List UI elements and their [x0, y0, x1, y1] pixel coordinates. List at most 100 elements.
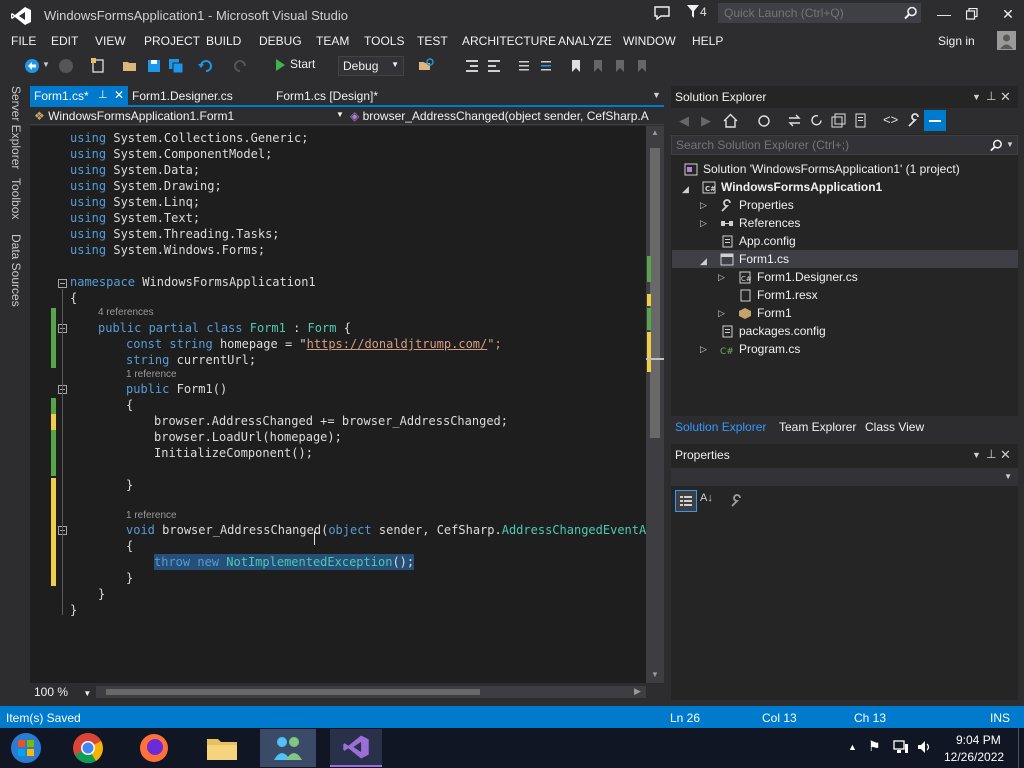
forward-icon[interactable]: ▶: [701, 113, 711, 129]
indent-decrease-icon[interactable]: [464, 58, 480, 74]
tab-form1-design[interactable]: Form1.cs [Design]*: [272, 86, 382, 106]
tree-item-app-config[interactable]: App.config: [720, 232, 796, 250]
home-icon[interactable]: [723, 113, 738, 128]
menu-project[interactable]: PROJECT: [144, 34, 200, 48]
back-icon[interactable]: ◀: [679, 113, 689, 129]
collapsed-arrow-icon[interactable]: ▷: [718, 308, 725, 319]
new-project-icon[interactable]: [90, 58, 106, 74]
undo-icon[interactable]: [198, 58, 214, 74]
save-icon[interactable]: [146, 58, 162, 74]
menu-window[interactable]: WINDOW: [623, 34, 676, 48]
previous-bookmark-icon[interactable]: [590, 58, 606, 74]
menu-edit[interactable]: EDIT: [51, 34, 78, 48]
code-lens-references[interactable]: 1 reference: [126, 510, 177, 521]
refresh-icon[interactable]: [809, 113, 824, 128]
taskbar-active-app-highlight[interactable]: [260, 729, 316, 767]
scroll-thumb[interactable]: [106, 689, 480, 695]
menu-architecture[interactable]: ARCHITECTURE: [462, 34, 556, 48]
class-dropdown[interactable]: ❖ WindowsFormsApplication1.Form1 ▼: [34, 109, 344, 123]
action-center-flag-icon[interactable]: ⚑: [868, 738, 881, 755]
tab-team-explorer[interactable]: Team Explorer: [779, 420, 856, 434]
minimize-button[interactable]: —: [932, 4, 956, 24]
menu-file[interactable]: FILE: [11, 34, 36, 48]
scroll-up-icon[interactable]: ▲: [651, 128, 659, 137]
restore-button[interactable]: [966, 8, 978, 20]
comment-lines-icon[interactable]: [516, 58, 532, 74]
tree-item-form1-designer-cs[interactable]: C# Form1.Designer.cs: [738, 268, 858, 286]
save-all-icon[interactable]: [168, 58, 184, 74]
user-avatar-icon[interactable]: [997, 31, 1016, 50]
expanded-arrow-icon[interactable]: ◢: [700, 256, 707, 267]
feedback-icon[interactable]: [654, 5, 670, 21]
properties-wrench-icon[interactable]: [907, 113, 922, 128]
quick-launch-box[interactable]: [718, 3, 921, 23]
start-debugging-button[interactable]: Start: [276, 57, 315, 75]
menu-team[interactable]: TEAM: [316, 34, 349, 48]
close-tab-icon[interactable]: ✕: [114, 88, 124, 102]
solution-search-box[interactable]: ▼: [671, 135, 1018, 155]
tab-class-view[interactable]: Class View: [865, 420, 924, 434]
collapsed-arrow-icon[interactable]: ▷: [700, 344, 707, 355]
alphabetical-sort-icon[interactable]: A↓: [700, 492, 713, 504]
sign-in-link[interactable]: Sign in: [938, 34, 975, 48]
scroll-right-icon[interactable]: ▶: [634, 686, 641, 697]
close-panel-icon[interactable]: ✕: [1000, 447, 1011, 463]
collapsed-arrow-icon[interactable]: ▷: [718, 272, 725, 283]
bookmark-icon[interactable]: [568, 58, 584, 74]
show-hidden-icons-chevron[interactable]: ▲: [848, 742, 857, 752]
indent-increase-icon[interactable]: [486, 58, 502, 74]
member-dropdown[interactable]: ◈ browser_AddressChanged(object sender, …: [350, 109, 662, 123]
tree-item-references[interactable]: References: [720, 214, 800, 232]
redo-icon[interactable]: [232, 58, 248, 74]
menu-view[interactable]: VIEW: [95, 34, 126, 48]
find-in-files-icon[interactable]: [418, 58, 434, 74]
collapse-all-icon[interactable]: [831, 113, 846, 128]
quick-launch-input[interactable]: [719, 4, 894, 22]
editor-vertical-scrollbar[interactable]: ▲ ▼: [646, 126, 664, 683]
pin-icon[interactable]: ⊥: [986, 89, 996, 103]
clear-bookmarks-icon[interactable]: [634, 58, 650, 74]
panel-menu-dropdown-icon[interactable]: ▼: [972, 450, 981, 460]
notifications-flag-icon[interactable]: [687, 5, 699, 19]
back-dropdown-icon[interactable]: ▼: [42, 60, 50, 69]
menu-build[interactable]: BUILD: [206, 34, 241, 48]
menu-test[interactable]: TEST: [417, 34, 448, 48]
search-icon[interactable]: [990, 139, 1003, 152]
open-file-icon[interactable]: [122, 58, 138, 74]
toolbox-tab[interactable]: Toolbox: [9, 178, 23, 219]
volume-icon[interactable]: [917, 740, 933, 754]
tree-item-properties[interactable]: Properties: [720, 196, 794, 214]
search-icon[interactable]: [904, 6, 918, 20]
tree-item-project[interactable]: C# WindowsFormsApplication1: [702, 178, 882, 196]
view-code-icon[interactable]: <>: [883, 112, 898, 127]
scroll-down-icon[interactable]: ▼: [651, 670, 659, 679]
show-all-files-icon[interactable]: [853, 113, 868, 128]
data-sources-tab[interactable]: Data Sources: [9, 234, 23, 307]
tab-solution-explorer[interactable]: Solution Explorer: [675, 420, 766, 434]
close-panel-icon[interactable]: ✕: [1000, 89, 1011, 105]
menu-tools[interactable]: TOOLS: [364, 34, 404, 48]
navigate-back-icon[interactable]: [24, 58, 40, 74]
code-editor[interactable]: using System.Collections.Generic; using …: [30, 126, 646, 683]
chrome-browser-icon[interactable]: [70, 731, 106, 765]
expanded-arrow-icon[interactable]: ◢: [682, 184, 689, 195]
uncomment-lines-icon[interactable]: [538, 58, 554, 74]
tree-item-form1-class[interactable]: Form1: [738, 304, 792, 322]
panel-menu-dropdown-icon[interactable]: ▼: [972, 92, 981, 102]
network-icon[interactable]: [893, 740, 909, 754]
show-desktop-button[interactable]: [1018, 728, 1024, 768]
server-explorer-tab[interactable]: Server Explorer: [9, 86, 23, 169]
close-window-button[interactable]: ✕: [996, 4, 1020, 24]
tree-item-program-cs[interactable]: C# Program.cs: [720, 340, 800, 358]
firefox-browser-icon[interactable]: [136, 731, 172, 765]
property-pages-wrench-icon[interactable]: [730, 494, 744, 508]
solution-search-input[interactable]: [672, 136, 982, 154]
menu-help[interactable]: HELP: [692, 34, 723, 48]
pin-icon[interactable]: ⊥: [98, 88, 108, 101]
tree-item-packages-config[interactable]: packages.config: [720, 322, 826, 340]
next-bookmark-icon[interactable]: [612, 58, 628, 74]
taskbar-visual-studio[interactable]: [330, 729, 382, 767]
collapsed-arrow-icon[interactable]: ▷: [700, 200, 707, 211]
tree-item-solution[interactable]: Solution 'WindowsFormsApplication1' (1 p…: [684, 160, 960, 178]
menu-debug[interactable]: DEBUG: [259, 34, 302, 48]
